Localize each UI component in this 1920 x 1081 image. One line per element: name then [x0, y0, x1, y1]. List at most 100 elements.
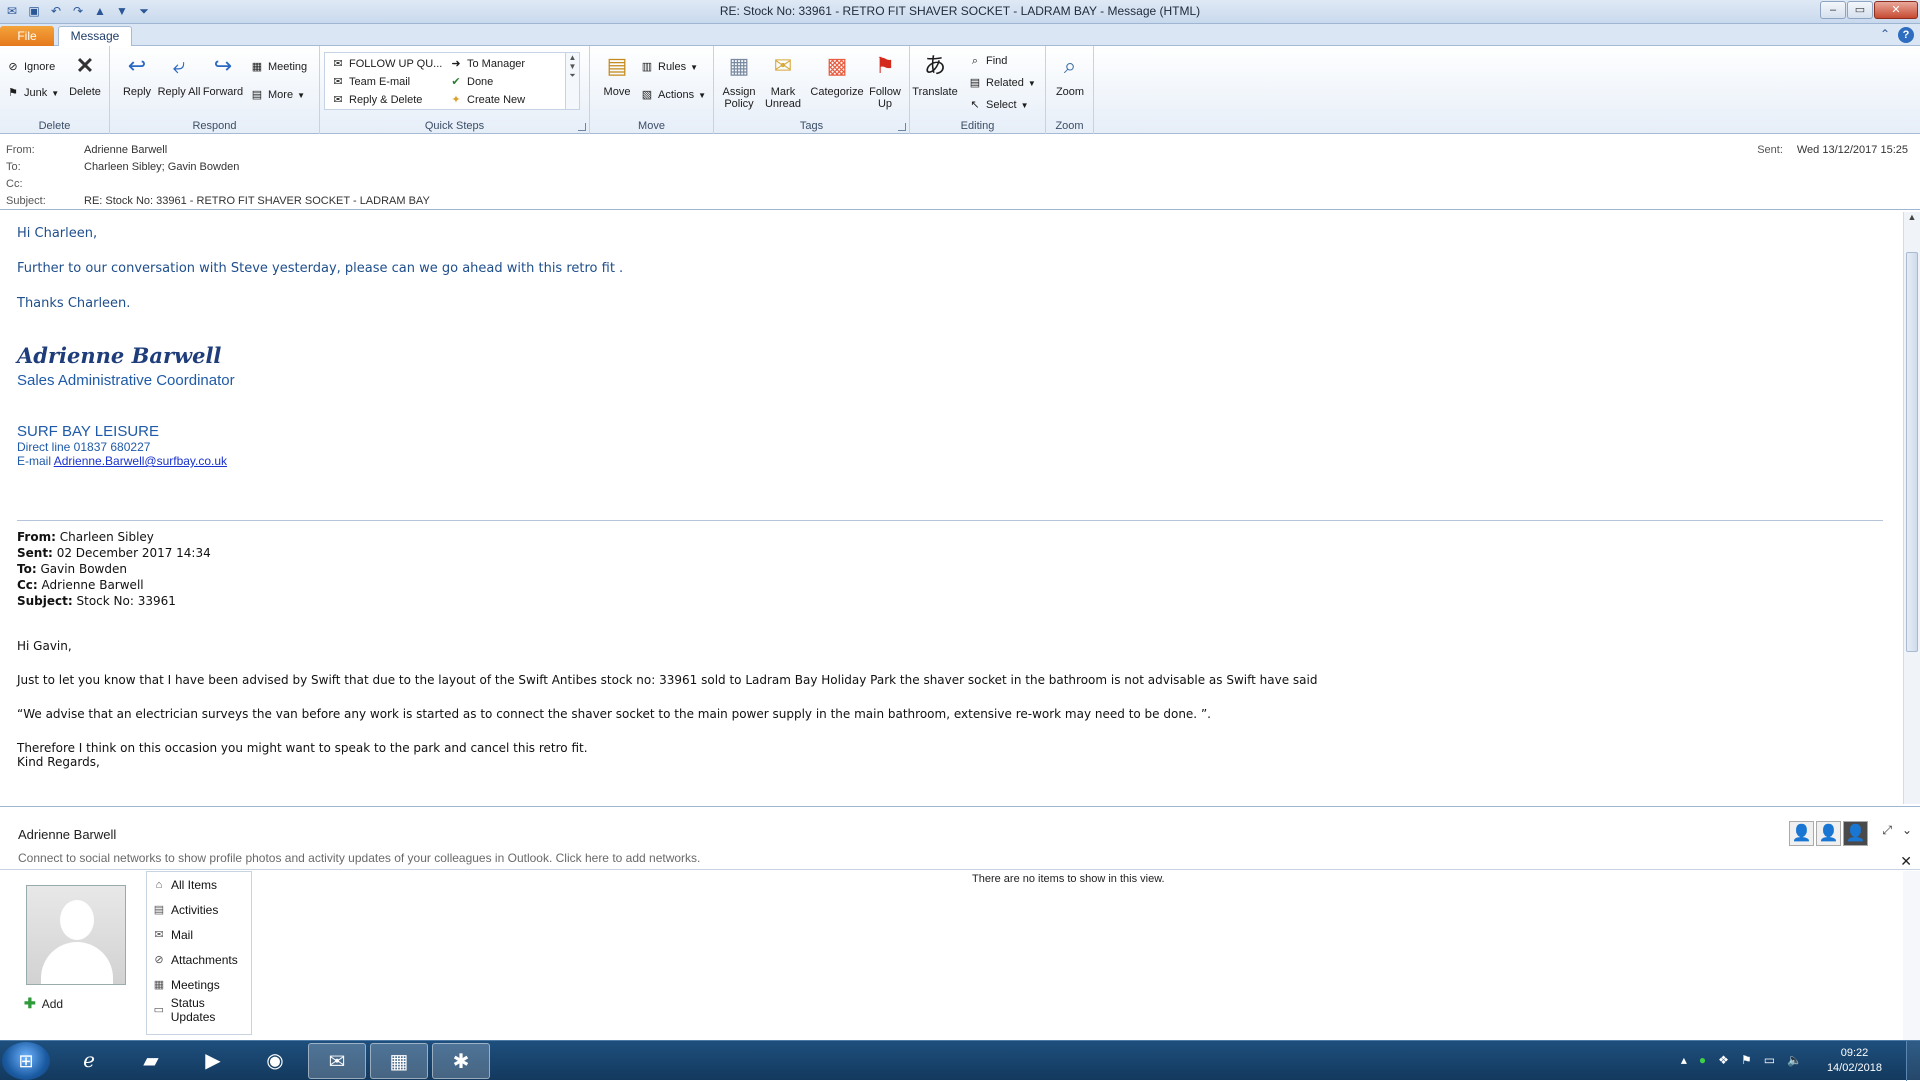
- filter-activities[interactable]: ▤ Activities: [147, 897, 251, 922]
- move-icon: ▤: [606, 53, 628, 78]
- maximize-button[interactable]: ▭: [1847, 1, 1873, 19]
- mail-icon: ✉: [154, 929, 164, 941]
- start-button[interactable]: ⊞: [2, 1042, 50, 1080]
- clock[interactable]: 09:22 14/02/2018: [1827, 1046, 1882, 1076]
- quick-step-to-manager[interactable]: ➜ To Manager: [449, 57, 525, 71]
- message-body[interactable]: Hi Charleen, Further to our conversation…: [0, 212, 1906, 804]
- quick-step-done[interactable]: ✔ Done: [449, 75, 493, 89]
- from-value[interactable]: Adrienne Barwell: [84, 144, 167, 156]
- minimize-button[interactable]: –: [1820, 1, 1846, 19]
- expand-icon[interactable]: ⤢: [1882, 823, 1892, 838]
- quoted-header: From: Charleen Sibley Sent: 02 December …: [17, 530, 211, 608]
- mark-unread-icon: ✉: [773, 53, 793, 78]
- assign-policy-button[interactable]: ▦ Assign Policy: [716, 50, 762, 110]
- quoted-sent: 02 December 2017 14:34: [56, 546, 211, 560]
- sent-info: Sent: Wed 13/12/2017 15:25: [1757, 144, 1908, 156]
- tab-file[interactable]: File: [0, 26, 54, 46]
- volume-icon[interactable]: 🔈: [1787, 1053, 1802, 1067]
- scroll-up-icon[interactable]: ▲: [1904, 212, 1920, 226]
- people-scrollbar[interactable]: [1903, 871, 1920, 1041]
- action-center-flag-icon[interactable]: ⚑: [1741, 1053, 1752, 1067]
- add-button[interactable]: ✚ Add: [24, 995, 63, 1012]
- dropbox-icon[interactable]: ❖: [1718, 1053, 1729, 1067]
- move-button[interactable]: ▤ Move: [594, 50, 640, 98]
- more-respond-button[interactable]: ▤ More ▼: [250, 88, 305, 102]
- quick-step-create-new[interactable]: ✦ Create New: [449, 93, 525, 107]
- ignore-button[interactable]: ⊘ Ignore: [6, 60, 55, 74]
- chrome-icon[interactable]: ◉: [246, 1043, 304, 1079]
- meeting-icon: ▦: [251, 61, 263, 73]
- quoted-body: Hi Gavin, Just to let you know that I ha…: [17, 639, 1889, 769]
- related-button[interactable]: ▤ Related ▼: [968, 76, 1036, 90]
- close-button[interactable]: ✕: [1874, 1, 1918, 19]
- status-dot-icon[interactable]: ●: [1699, 1053, 1706, 1067]
- create-new-icon: ✦: [451, 94, 461, 106]
- person-photo-icon[interactable]: 👤: [1843, 821, 1868, 846]
- message-header: From: Adrienne Barwell To: Charleen Sibley…: [0, 138, 1920, 210]
- empty-view-message: There are no items to show in this view.: [972, 873, 1165, 885]
- forward-button[interactable]: ↪ Forward: [200, 50, 246, 98]
- filter-attachments[interactable]: ⊘ Attachments: [147, 947, 251, 972]
- quick-steps-group: ✉ FOLLOW UP QU... ✉ Team E-mail ✉ Reply & D…: [320, 46, 590, 134]
- categorize-button[interactable]: ▩ Categorize: [810, 50, 864, 98]
- chevron-down-icon[interactable]: ⌄: [1902, 823, 1912, 838]
- help-icon[interactable]: ?: [1898, 27, 1914, 43]
- reply-all-button[interactable]: ⤶ Reply All: [156, 50, 202, 98]
- social-network-note[interactable]: Connect to social networks to show profi…: [18, 851, 700, 865]
- quick-steps-scroll[interactable]: ▲ ▼ ⏷: [565, 53, 579, 109]
- find-button[interactable]: ⌕ Find: [968, 54, 1008, 68]
- quick-step-team-email[interactable]: ✉ Team E-mail: [331, 75, 410, 89]
- minimize-ribbon-icon[interactable]: ⌃: [1880, 27, 1890, 43]
- filter-all-items[interactable]: ⌂ All Items: [147, 872, 251, 897]
- to-value[interactable]: Charleen Sibley; Gavin Bowden: [84, 161, 239, 173]
- more-icon: ▤: [251, 89, 263, 101]
- status-icon: ▭: [153, 1004, 165, 1016]
- junk-button[interactable]: ⚑ Junk ▼: [6, 86, 59, 100]
- body-paragraph: Further to our conversation with Steve y…: [17, 261, 624, 276]
- follow-up-button[interactable]: ⚑ Follow Up: [862, 50, 908, 110]
- filter-meetings[interactable]: ▦ Meetings: [147, 972, 251, 997]
- reply-button[interactable]: ↩ Reply: [114, 50, 160, 98]
- select-button[interactable]: ↖ Select ▼: [968, 98, 1028, 112]
- signature-company: SURF BAY LEISURE: [17, 423, 159, 440]
- quick-step-reply-delete[interactable]: ✉ Reply & Delete: [331, 93, 422, 107]
- paperclip-icon: ⊘: [154, 954, 164, 966]
- show-hidden-icons-icon[interactable]: ▴: [1681, 1053, 1687, 1067]
- app-taskbar-icon[interactable]: ▦: [370, 1043, 428, 1079]
- rules-button[interactable]: ▥ Rules ▼: [640, 60, 698, 74]
- body-scrollbar[interactable]: ▲: [1903, 212, 1920, 804]
- network-icon[interactable]: ▭: [1764, 1053, 1775, 1067]
- file-explorer-icon[interactable]: ▰: [122, 1043, 180, 1079]
- activities-icon: ▤: [153, 904, 165, 916]
- zoom-button[interactable]: ⌕ Zoom: [1047, 50, 1093, 98]
- mark-unread-button[interactable]: ✉ Mark Unread: [760, 50, 806, 110]
- actions-button[interactable]: ▧ Actions ▼: [640, 88, 706, 102]
- group-label-move: Move: [638, 120, 665, 132]
- tab-message[interactable]: Message: [58, 26, 132, 47]
- meeting-button[interactable]: ▦ Meeting: [250, 60, 307, 74]
- accessibility-app-icon[interactable]: ✱: [432, 1043, 490, 1079]
- show-desktop-button[interactable]: [1906, 1041, 1920, 1081]
- scroll-thumb[interactable]: [1906, 252, 1918, 652]
- delete-x-icon: ✕: [75, 53, 95, 78]
- person-thumbnail-icon[interactable]: 👤: [1816, 821, 1841, 846]
- translate-button[interactable]: あ Translate: [912, 50, 958, 98]
- forward-icon: ↪: [213, 53, 233, 78]
- filter-mail[interactable]: ✉ Mail: [147, 922, 251, 947]
- delete-button[interactable]: ✕ Delete: [62, 50, 108, 98]
- ribbon: ⊘ Ignore ⚑ Junk ▼ ✕ Delete Delete ↩ Reply ⤶ Re…: [0, 46, 1920, 134]
- respond-group: ↩ Reply ⤶ Reply All ↪ Forward ▦ Meeting ▤ Mor…: [110, 46, 320, 134]
- person-thumbnail-icon[interactable]: 👤: [1789, 821, 1814, 846]
- quote-divider: [17, 520, 1883, 521]
- outlook-message-window: ✉ ▣ ↶ ↷ ▲ ▼ ⏷ RE: Stock No: 33961 - RETR…: [0, 0, 1920, 1041]
- ignore-icon: ⊘: [8, 61, 18, 73]
- filter-status-updates[interactable]: ▭ Status Updates: [147, 996, 251, 1024]
- group-label-delete: Delete: [38, 120, 71, 132]
- signature-email-link[interactable]: Adrienne.Barwell@surfbay.co.uk: [54, 454, 227, 468]
- quick-step-follow-up[interactable]: ✉ FOLLOW UP QU...: [331, 57, 442, 71]
- sent-value: Wed 13/12/2017 15:25: [1796, 144, 1908, 156]
- close-icon[interactable]: ✕: [1900, 853, 1912, 870]
- internet-explorer-icon[interactable]: ℯ: [60, 1043, 118, 1079]
- media-player-icon[interactable]: ▶: [184, 1043, 242, 1079]
- outlook-taskbar-icon[interactable]: ✉: [308, 1043, 366, 1079]
